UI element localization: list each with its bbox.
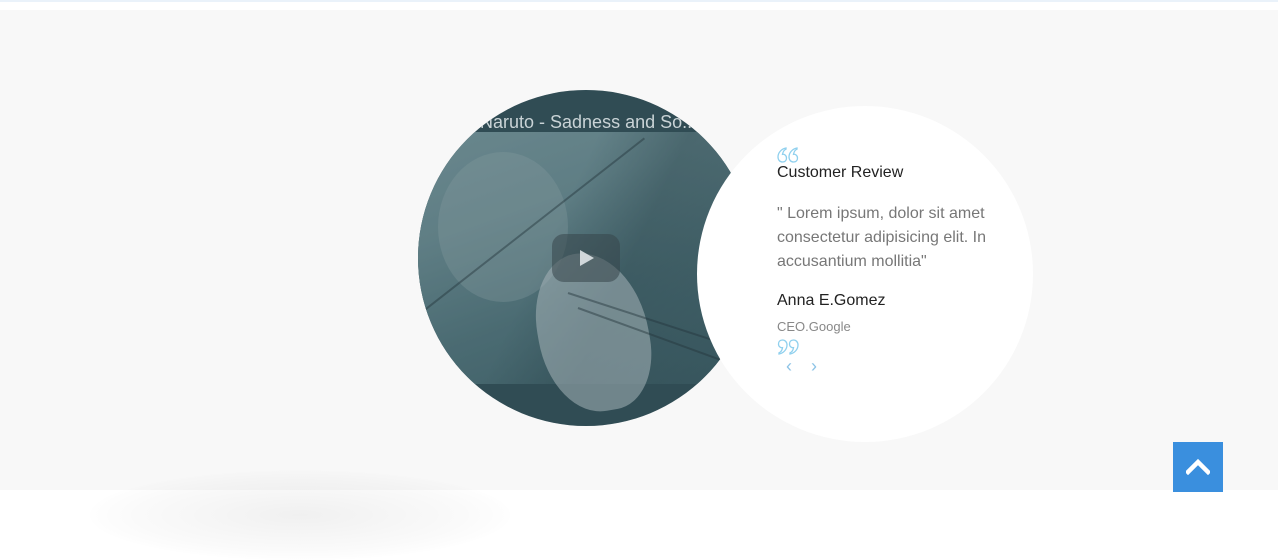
review-heading: Customer Review [777,164,904,181]
shadow-decoration [90,470,510,560]
scroll-to-top-button[interactable] [1173,442,1223,492]
prev-review-button[interactable]: ‹ [786,355,792,377]
next-review-button[interactable]: › [811,355,817,377]
play-button[interactable] [552,234,620,282]
review-text: " Lorem ipsum, dolor sit amet consectetu… [777,205,986,270]
video-title[interactable]: Naruto - Sadness and So... [480,112,700,133]
quote-open-icon [777,147,799,163]
review-author: Anna E.Gomez [777,292,886,309]
play-icon [580,250,594,266]
header-strip [0,0,1278,10]
quote-close-icon [777,339,799,355]
review-role: CEO.Google [777,319,851,334]
review-card [697,106,1033,442]
chevron-up-icon [1186,458,1210,475]
